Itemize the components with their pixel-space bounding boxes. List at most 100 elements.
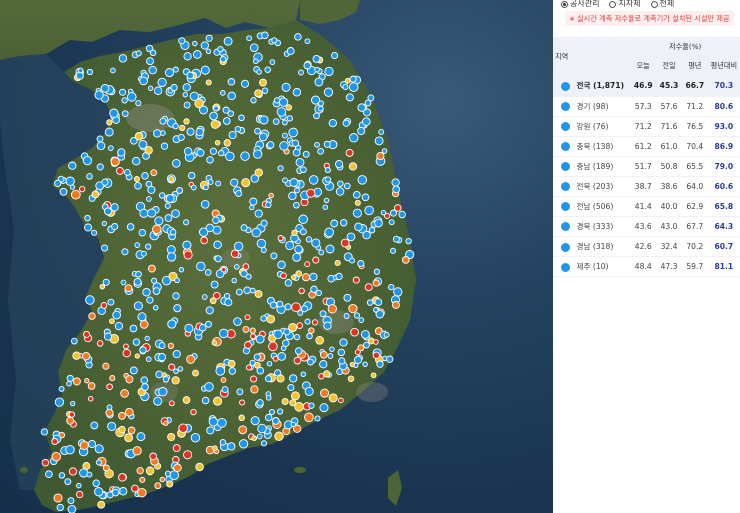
reservoir-marker[interactable] xyxy=(286,115,293,122)
reservoir-marker[interactable] xyxy=(154,482,162,490)
reservoir-marker[interactable] xyxy=(322,204,329,210)
reservoir-marker[interactable] xyxy=(58,472,66,479)
reservoir-marker[interactable] xyxy=(214,139,221,146)
reservoir-marker[interactable] xyxy=(256,433,263,440)
reservoir-marker[interactable] xyxy=(323,370,331,378)
reservoir-marker[interactable] xyxy=(259,78,267,87)
reservoir-marker[interactable] xyxy=(266,314,276,324)
reservoir-marker[interactable] xyxy=(208,417,219,427)
reservoir-marker[interactable] xyxy=(314,66,320,73)
reservoir-marker[interactable] xyxy=(283,328,291,336)
reservoir-marker[interactable] xyxy=(139,320,149,329)
reservoir-marker[interactable] xyxy=(323,87,334,97)
reservoir-marker[interactable] xyxy=(277,260,286,270)
reservoir-marker[interactable] xyxy=(323,140,331,148)
reservoir-marker[interactable] xyxy=(303,61,312,70)
reservoir-marker[interactable] xyxy=(92,479,100,487)
table-row[interactable]: 충북 (138) 61.2 61.0 70.4 86.9 xyxy=(553,136,740,157)
reservoir-marker[interactable] xyxy=(133,176,140,183)
reservoir-marker[interactable] xyxy=(253,149,263,159)
reservoir-marker[interactable] xyxy=(260,315,267,322)
reservoir-marker[interactable] xyxy=(292,252,302,262)
reservoir-marker[interactable] xyxy=(139,208,149,218)
reservoir-marker[interactable] xyxy=(381,148,388,154)
reservoir-marker[interactable] xyxy=(158,342,166,350)
reservoir-marker[interactable] xyxy=(364,99,372,107)
reservoir-marker[interactable] xyxy=(171,158,181,168)
reservoir-marker[interactable] xyxy=(196,148,205,157)
reservoir-marker[interactable] xyxy=(258,132,268,142)
reservoir-marker[interactable] xyxy=(312,256,320,264)
reservoir-marker[interactable] xyxy=(54,179,62,188)
reservoir-marker[interactable] xyxy=(122,348,132,358)
reservoir-marker[interactable] xyxy=(401,256,410,264)
reservoir-marker[interactable] xyxy=(268,192,274,199)
reservoir-marker[interactable] xyxy=(134,181,142,190)
reservoir-marker[interactable] xyxy=(388,219,395,226)
reservoir-marker[interactable] xyxy=(331,51,339,60)
reservoir-marker[interactable] xyxy=(84,214,91,222)
reservoir-marker[interactable] xyxy=(289,374,298,383)
reservoir-marker[interactable] xyxy=(317,105,324,112)
reservoir-marker[interactable] xyxy=(218,328,229,339)
reservoir-marker[interactable] xyxy=(272,118,280,125)
reservoir-marker[interactable] xyxy=(131,156,141,166)
reservoir-marker[interactable] xyxy=(280,272,287,280)
reservoir-marker[interactable] xyxy=(346,232,356,242)
reservoir-marker[interactable] xyxy=(373,268,381,275)
reservoir-marker[interactable] xyxy=(118,54,128,63)
reservoir-marker[interactable] xyxy=(273,329,283,340)
reservoir-marker[interactable] xyxy=(135,50,142,57)
reservoir-marker[interactable] xyxy=(163,420,169,426)
reservoir-marker[interactable] xyxy=(339,338,348,347)
reservoir-marker[interactable] xyxy=(276,300,284,308)
reservoir-marker[interactable] xyxy=(325,244,335,254)
reservoir-marker[interactable] xyxy=(223,36,233,46)
reservoir-marker[interactable] xyxy=(354,199,361,206)
reservoir-marker[interactable] xyxy=(289,178,299,187)
reservoir-marker[interactable] xyxy=(159,117,167,125)
reservoir-marker[interactable] xyxy=(347,375,355,382)
reservoir-marker[interactable] xyxy=(140,376,149,385)
reservoir-marker[interactable] xyxy=(249,287,256,294)
reservoir-marker[interactable] xyxy=(75,71,84,80)
reservoir-marker[interactable] xyxy=(115,166,124,175)
reservoir-marker[interactable] xyxy=(68,411,76,418)
reservoir-marker[interactable] xyxy=(97,500,106,509)
reservoir-marker[interactable] xyxy=(120,389,129,398)
reservoir-marker[interactable] xyxy=(319,310,327,318)
reservoir-marker[interactable] xyxy=(311,238,321,248)
reservoir-marker[interactable] xyxy=(295,157,305,167)
reservoir-marker[interactable] xyxy=(328,393,338,403)
reservoir-marker[interactable] xyxy=(358,317,365,323)
reservoir-marker[interactable] xyxy=(134,132,144,141)
reservoir-marker[interactable] xyxy=(291,139,300,147)
table-row[interactable]: 경남 (318) 42.6 32.4 70.2 60.7 xyxy=(553,237,740,257)
reservoir-marker[interactable] xyxy=(141,383,149,391)
reservoir-marker[interactable] xyxy=(335,160,344,169)
reservoir-marker[interactable] xyxy=(227,78,236,86)
reservoir-marker[interactable] xyxy=(291,302,301,313)
reservoir-marker[interactable] xyxy=(294,401,304,412)
reservoir-marker[interactable] xyxy=(279,141,289,151)
reservoir-marker[interactable] xyxy=(170,83,178,92)
reservoir-marker[interactable] xyxy=(146,296,154,304)
reservoir-marker[interactable] xyxy=(240,224,248,232)
reservoir-marker[interactable] xyxy=(220,377,227,383)
reservoir-marker[interactable] xyxy=(386,355,394,363)
reservoir-marker[interactable] xyxy=(210,280,219,289)
reservoir-marker[interactable] xyxy=(298,214,308,225)
reservoir-marker[interactable] xyxy=(201,396,210,405)
reservoir-marker[interactable] xyxy=(132,446,142,456)
reservoir-marker[interactable] xyxy=(254,290,263,298)
reservoir-marker[interactable] xyxy=(345,93,354,102)
reservoir-marker[interactable] xyxy=(293,356,302,365)
reservoir-marker[interactable] xyxy=(360,329,370,339)
reservoir-marker[interactable] xyxy=(218,149,225,157)
reservoir-marker[interactable] xyxy=(323,321,332,330)
reservoir-marker[interactable] xyxy=(205,223,215,233)
reservoir-marker[interactable] xyxy=(363,341,370,349)
reservoir-marker[interactable] xyxy=(219,56,227,63)
reservoir-marker[interactable] xyxy=(172,444,181,453)
reservoir-marker[interactable] xyxy=(94,444,104,454)
